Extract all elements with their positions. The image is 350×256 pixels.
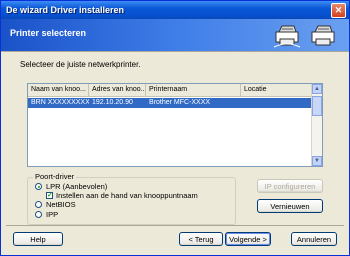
instruction-text: Selecteer de juiste netwerkprinter. [20,60,141,69]
wizard-window: De wizard Driver installeren ✕ Printer s… [0,0,350,256]
checkbox-node-name[interactable]: ✓ [46,192,53,199]
radio-ipp[interactable] [35,211,42,218]
radio-netbios-label[interactable]: NetBIOS [46,200,76,209]
close-button[interactable]: ✕ [331,3,346,18]
printer-network-icon [273,25,301,48]
back-button[interactable]: < Terug [179,232,223,246]
ip-configure-button[interactable]: IP configureren [257,179,323,193]
cell-location [241,98,312,108]
title-bar[interactable]: De wizard Driver installeren ✕ [1,1,349,19]
header-banner: Printer selecteren [1,19,349,51]
table-row[interactable]: BRN XXXXXXXXX 192.10.20.90 Brother MFC-X… [28,98,312,108]
cancel-button[interactable]: Annuleren [291,232,337,246]
scroll-down-icon[interactable]: ▼ [312,156,322,166]
radio-lpr-label[interactable]: LPR (Aanbevolen) [46,182,107,191]
cell-node-name: BRN XXXXXXXXX [31,99,89,106]
refresh-button[interactable]: Vernieuwen [257,199,323,213]
banner-divider [1,51,349,52]
radio-netbios[interactable] [35,201,42,208]
column-printer-name[interactable]: Printernaam [146,84,241,96]
list-header: Naam van knoo... Adres van knoo... Print… [28,84,312,97]
next-button[interactable]: Volgende > [225,232,271,246]
printer-icon [311,25,335,46]
cell-printer-name: Brother MFC-XXXX [149,99,211,106]
list-scrollbar[interactable]: ▲ ▼ [311,84,322,166]
column-location[interactable]: Locatie [241,84,312,96]
scroll-thumb[interactable] [312,96,322,116]
footer-divider [6,225,344,226]
help-button[interactable]: Help [13,232,63,246]
printer-list[interactable]: Naam van knoo... Adres van knoo... Print… [27,83,323,167]
window-title: De wizard Driver installeren [6,5,125,15]
checkbox-node-name-label[interactable]: Instellen aan de hand van knooppuntnaam [56,191,198,200]
column-node-name[interactable]: Naam van knoo... [28,84,89,96]
radio-lpr[interactable] [35,183,42,190]
page-title: Printer selecteren [10,28,87,38]
scroll-up-icon[interactable]: ▲ [312,84,322,94]
column-node-address[interactable]: Adres van knoo... [89,84,146,96]
cell-node-address: 192.10.20.90 [92,99,133,106]
radio-ipp-label[interactable]: IPP [46,210,58,219]
port-driver-title: Poort-driver [33,172,77,181]
